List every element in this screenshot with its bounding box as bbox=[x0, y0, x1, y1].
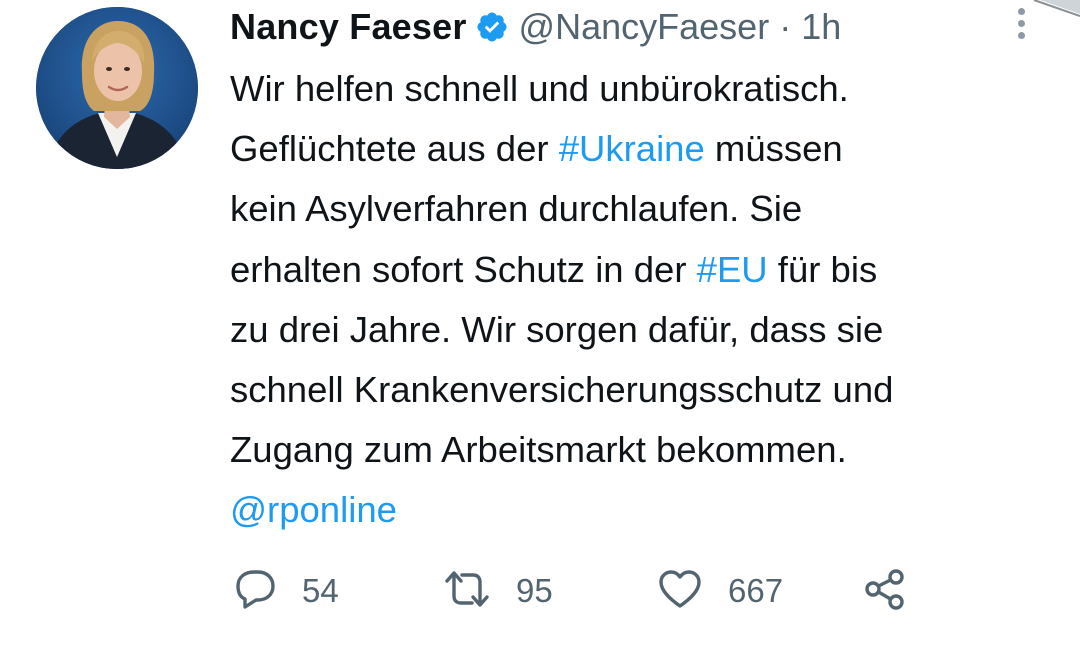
tweet-text-segment: kein Asylverfahren durchlaufen. Sie bbox=[230, 188, 803, 230]
tweet-text-segment: zu drei Jahre. Wir sorgen dafür, dass si… bbox=[230, 308, 884, 350]
mention-link[interactable]: @rponline bbox=[230, 489, 397, 530]
tweet-text-line: Geflüchtete aus der #Ukraine müssen bbox=[230, 119, 1070, 179]
tweet-text-segment: Geflüchtete aus der bbox=[230, 128, 559, 170]
author-avatar[interactable] bbox=[36, 7, 198, 169]
reply-icon bbox=[232, 566, 278, 617]
reply-button[interactable]: 54 bbox=[232, 565, 339, 617]
verified-badge-icon bbox=[475, 10, 509, 44]
retweet-icon bbox=[442, 566, 492, 617]
tweet-timestamp[interactable]: 1h bbox=[801, 6, 841, 48]
retweet-button[interactable]: 95 bbox=[442, 565, 553, 617]
retweet-count: 95 bbox=[516, 572, 553, 609]
tweet-text-segment: schnell Krankenversicherungsschutz und bbox=[230, 368, 894, 410]
hashtag-link[interactable]: #Ukraine bbox=[559, 128, 705, 169]
like-count: 667 bbox=[728, 572, 784, 609]
tweet-text-line: Zugang zum Arbeitsmarkt bekommen. bbox=[230, 420, 1070, 480]
share-button[interactable] bbox=[862, 565, 908, 617]
author-name[interactable]: Nancy Faeser bbox=[230, 6, 467, 48]
tweet-text-segment: Zugang zum Arbeitsmarkt bekommen. bbox=[230, 429, 847, 471]
tweet-text-segment: für bis bbox=[767, 248, 878, 290]
tweet-text-segment: müssen bbox=[704, 128, 843, 170]
corner-decoration bbox=[1033, 0, 1080, 17]
share-icon bbox=[862, 566, 908, 617]
tweet-text-line: schnell Krankenversicherungsschutz und bbox=[230, 360, 1070, 420]
tweet-text-segment: erhalten sofort Schutz in der bbox=[230, 248, 697, 290]
tweet-text: Wir helfen schnell und unbürokratisch. Ge… bbox=[230, 59, 1070, 541]
tweet-text-line: erhalten sofort Schutz in der #EU für bi… bbox=[230, 240, 1070, 300]
tweet-text-line: kein Asylverfahren durchlaufen. Sie bbox=[230, 179, 1070, 239]
tweet-text-segment: Wir helfen schnell und unbürokratisch. bbox=[230, 68, 849, 109]
reply-count: 54 bbox=[302, 572, 339, 609]
like-button[interactable]: 667 bbox=[656, 565, 783, 617]
hashtag-link[interactable]: #EU bbox=[697, 249, 768, 290]
tweet-text-line: zu drei Jahre. Wir sorgen dafür, dass si… bbox=[230, 300, 1070, 360]
like-icon bbox=[656, 566, 704, 617]
separator-dot: · bbox=[779, 6, 792, 47]
author-handle[interactable]: @NancyFaeser bbox=[519, 6, 770, 48]
tweet-text-line: @rponline bbox=[230, 480, 1070, 540]
tweet-header: Nancy Faeser @NancyFaeser · 1h bbox=[230, 0, 841, 54]
tweet-text-line: Wir helfen schnell und unbürokratisch. bbox=[230, 59, 1070, 119]
